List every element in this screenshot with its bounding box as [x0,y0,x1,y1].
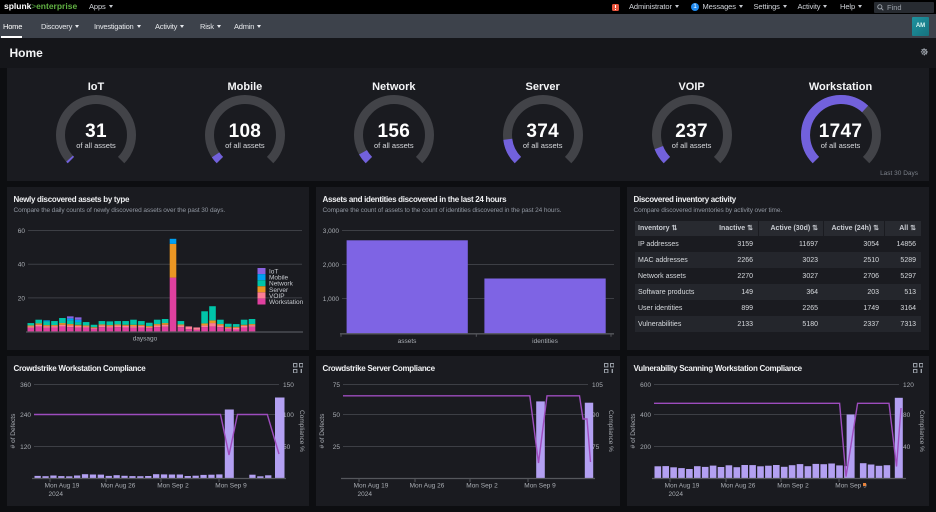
svg-text:360: 360 [20,382,31,389]
svg-text:200: 200 [640,444,651,451]
svg-text:2024: 2024 [669,491,684,498]
svg-text:20: 20 [18,295,26,302]
svg-text:400: 400 [640,412,651,419]
svg-text:assets: assets [398,337,418,344]
svg-text:Mon Sep 2: Mon Sep 2 [157,482,189,489]
svg-text:60: 60 [18,228,26,235]
svg-text:Mon Aug 19: Mon Aug 19 [45,482,80,489]
svg-text:105: 105 [592,382,603,389]
svg-text:Compliance %: Compliance % [918,410,925,452]
svg-text:Mon Aug 26: Mon Aug 26 [721,482,756,489]
svg-text:3,000: 3,000 [323,228,340,235]
svg-text:40: 40 [18,261,26,268]
svg-text:1,000: 1,000 [323,296,340,303]
svg-text:40: 40 [903,444,911,451]
svg-text:120: 120 [903,382,914,389]
svg-text:Mon Aug 19: Mon Aug 19 [665,482,700,489]
svg-text:2024: 2024 [358,491,373,498]
svg-text:Compliance %: Compliance % [607,410,614,452]
svg-text:600: 600 [640,382,651,389]
svg-text:Mon Sep 2: Mon Sep 2 [466,482,498,489]
svg-text:25: 25 [333,444,341,451]
svg-text:2024: 2024 [49,491,64,498]
svg-text:Mon Sep 9: Mon Sep 9 [215,482,247,489]
svg-text:# of Defects: # of Defects [10,412,17,447]
svg-text:150: 150 [283,382,294,389]
svg-text:75: 75 [333,382,341,389]
svg-text:# of Defects: # of Defects [630,412,637,447]
svg-text:identities: identities [532,337,558,344]
svg-text:Mon Sep 9: Mon Sep 9 [835,482,867,489]
svg-text:Mon Aug 19: Mon Aug 19 [354,482,389,489]
svg-text:Mon Aug 26: Mon Aug 26 [410,482,445,489]
svg-text:Mon Sep 9: Mon Sep 9 [524,482,556,489]
svg-text:120: 120 [20,444,31,451]
svg-text:80: 80 [903,412,911,419]
svg-text:2,000: 2,000 [323,262,340,269]
svg-text:50: 50 [333,412,341,419]
svg-text:Mon Sep 2: Mon Sep 2 [777,482,809,489]
svg-text:100: 100 [283,412,294,419]
svg-text:240: 240 [20,412,31,419]
svg-text:Compliance %: Compliance % [298,410,305,452]
svg-text:daysago: daysago [133,335,158,342]
svg-text:# of Defects: # of Defects [319,412,326,447]
svg-text:Mon Aug 26: Mon Aug 26 [101,482,136,489]
svg-text:Workstation: Workstation [269,299,304,306]
